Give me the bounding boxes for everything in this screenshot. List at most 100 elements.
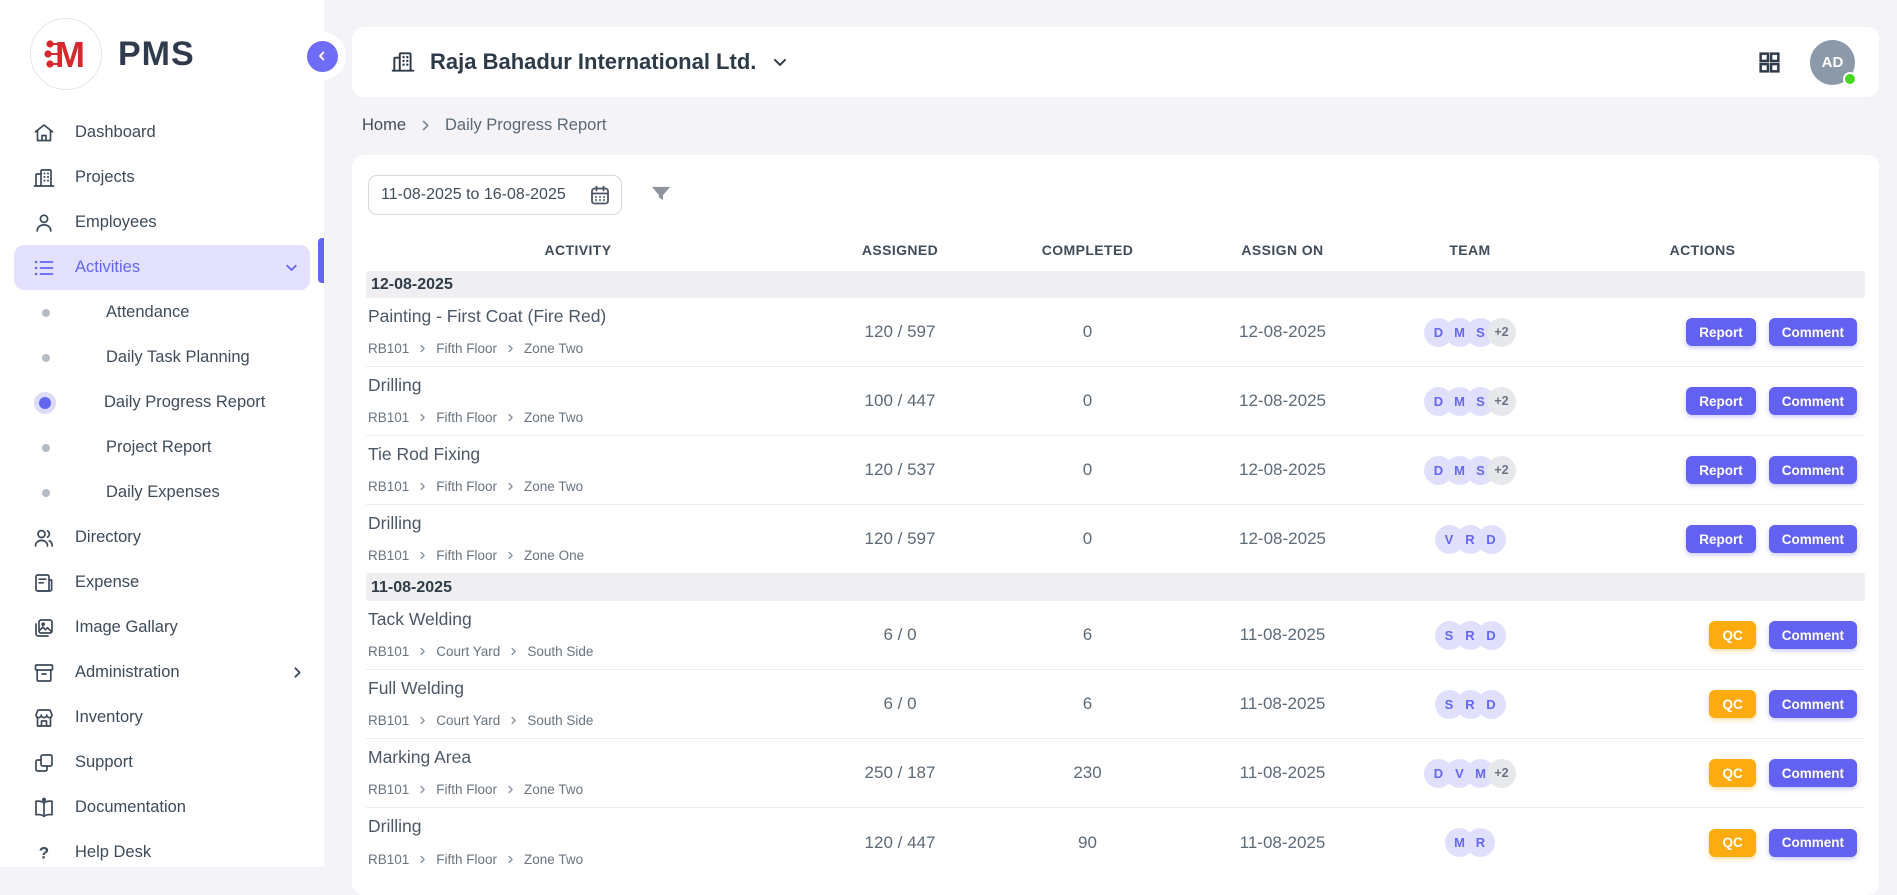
table-body: 12-08-2025 Painting - First Coat (Fire Re… [366, 271, 1865, 877]
table-row: DrillingRB101Fifth FloorZone One120 / 59… [366, 505, 1865, 574]
team-avatar-group: DVM+2 [1424, 759, 1516, 788]
team-member-avatar[interactable]: R [1466, 828, 1495, 857]
filter-funnel-icon[interactable] [648, 182, 674, 208]
activity-location-path: RB101Court YardSouth Side [368, 644, 790, 659]
report-button[interactable]: Report [1686, 525, 1756, 553]
column-header-activity: ACTIVITY [366, 242, 790, 258]
table-row: Tie Rod FixingRB101Fifth FloorZone Two12… [366, 436, 1865, 505]
qc-button[interactable]: QC [1709, 690, 1755, 718]
path-segment: Fifth Floor [436, 548, 497, 563]
book-icon [32, 796, 56, 820]
assigned-cell: 120 / 447 [790, 833, 1010, 853]
activity-cell: DrillingRB101Fifth FloorZone Two [366, 367, 790, 435]
sidebar-item-support[interactable]: Support [0, 740, 324, 785]
comment-button[interactable]: Comment [1769, 387, 1857, 415]
chevron-right-icon [418, 118, 433, 133]
activity-title: Tie Rod Fixing [368, 444, 790, 465]
sidebar-item-help-desk[interactable]: ?Help Desk [0, 830, 324, 875]
chevron-right-icon [505, 550, 516, 561]
sidebar-item-employees[interactable]: Employees [0, 200, 324, 245]
sidebar-collapse-button[interactable] [298, 32, 346, 80]
building-icon [32, 166, 56, 190]
comment-button[interactable]: Comment [1769, 621, 1857, 649]
comment-button[interactable]: Comment [1769, 829, 1857, 857]
assigned-cell: 6 / 0 [790, 625, 1010, 645]
path-segment: Fifth Floor [436, 410, 497, 425]
receipt-icon [32, 571, 56, 595]
sidebar-item-image-gallary[interactable]: Image Gallary [0, 605, 324, 650]
bullet-dot-icon [39, 397, 51, 409]
sidebar-subitem-daily-progress-report[interactable]: Daily Progress Report [0, 380, 324, 425]
assign-on-cell: 12-08-2025 [1165, 322, 1400, 342]
actions-cell: QC Comment [1540, 759, 1865, 787]
sidebar-item-inventory[interactable]: Inventory [0, 695, 324, 740]
comment-button[interactable]: Comment [1769, 456, 1857, 484]
report-button[interactable]: Report [1686, 456, 1756, 484]
comment-button[interactable]: Comment [1769, 759, 1857, 787]
path-segment: Zone One [524, 548, 584, 563]
chevron-down-icon [770, 52, 790, 72]
comment-button[interactable]: Comment [1769, 525, 1857, 553]
team-member-avatar[interactable]: D [1477, 690, 1506, 719]
path-segment: Court Yard [436, 644, 500, 659]
app-logo: M PMS [0, 0, 324, 104]
sidebar-item-dashboard[interactable]: Dashboard [0, 110, 324, 155]
team-extra-count[interactable]: +2 [1487, 456, 1516, 485]
sidebar-subitem-daily-task-planning[interactable]: Daily Task Planning [0, 335, 324, 380]
team-extra-count[interactable]: +2 [1487, 318, 1516, 347]
content-card: ACTIVITYASSIGNEDCOMPLETEDASSIGN ONTEAMAC… [352, 155, 1879, 895]
path-segment: South Side [527, 644, 593, 659]
column-header-assign-on: ASSIGN ON [1165, 242, 1400, 258]
comment-button[interactable]: Comment [1769, 690, 1857, 718]
sidebar-item-label: Inventory [75, 708, 306, 727]
team-extra-count[interactable]: +2 [1487, 387, 1516, 416]
sidebar-item-directory[interactable]: Directory [0, 515, 324, 560]
sidebar-item-label: Activities [75, 258, 283, 277]
apps-grid-icon[interactable] [1757, 50, 1782, 75]
qc-button[interactable]: QC [1709, 829, 1755, 857]
sidebar-subitem-daily-expenses[interactable]: Daily Expenses [0, 470, 324, 515]
sidebar-subitem-project-report[interactable]: Project Report [0, 425, 324, 470]
company-building-icon [390, 49, 416, 75]
chevron-right-icon [417, 854, 428, 865]
path-segment: Zone Two [524, 782, 583, 797]
team-member-avatar[interactable]: D [1477, 621, 1506, 650]
sidebar-subitem-attendance[interactable]: Attendance [0, 290, 324, 335]
sidebar-item-expense[interactable]: Expense [0, 560, 324, 605]
help-icon: ? [32, 841, 56, 865]
sidebar-item-administration[interactable]: Administration [0, 650, 324, 695]
completed-cell: 0 [1010, 322, 1165, 342]
sidebar-item-activities[interactable]: Activities [14, 245, 310, 290]
breadcrumb-current: Daily Progress Report [445, 116, 606, 135]
column-header-actions: ACTIONS [1540, 242, 1865, 258]
user-avatar[interactable]: AD [1810, 40, 1855, 85]
comment-button[interactable]: Comment [1769, 318, 1857, 346]
report-button[interactable]: Report [1686, 387, 1756, 415]
sidebar-item-label: Dashboard [75, 123, 306, 142]
active-route-indicator [318, 238, 324, 283]
activity-location-path: RB101Fifth FloorZone Two [368, 341, 790, 356]
team-member-avatar[interactable]: D [1477, 525, 1506, 554]
report-button[interactable]: Report [1686, 318, 1756, 346]
column-header-completed: COMPLETED [1010, 242, 1165, 258]
sidebar-item-documentation[interactable]: Documentation [0, 785, 324, 830]
activity-cell: Painting - First Coat (Fire Red)RB101Fif… [366, 298, 790, 366]
company-selector[interactable]: Raja Bahadur International Ltd. [390, 49, 790, 75]
team-extra-count[interactable]: +2 [1487, 759, 1516, 788]
sidebar-subitem-label: Project Report [106, 438, 211, 457]
sidebar-item-label: Employees [75, 213, 306, 232]
people-icon [32, 526, 56, 550]
sidebar-item-label: Image Gallary [75, 618, 306, 637]
qc-button[interactable]: QC [1709, 759, 1755, 787]
completed-cell: 0 [1010, 529, 1165, 549]
company-name: Raja Bahadur International Ltd. [430, 49, 756, 75]
team-avatar-group: DMS+2 [1424, 387, 1516, 416]
sidebar-nav: Dashboard Projects Employees Activities Atte… [0, 110, 324, 875]
chevron-right-icon [417, 784, 428, 795]
qc-button[interactable]: QC [1709, 621, 1755, 649]
chevron-right-icon [505, 481, 516, 492]
sidebar-item-label: Documentation [75, 798, 306, 817]
date-range-input[interactable] [368, 175, 622, 215]
sidebar-item-projects[interactable]: Projects [0, 155, 324, 200]
breadcrumb-home[interactable]: Home [362, 116, 406, 135]
